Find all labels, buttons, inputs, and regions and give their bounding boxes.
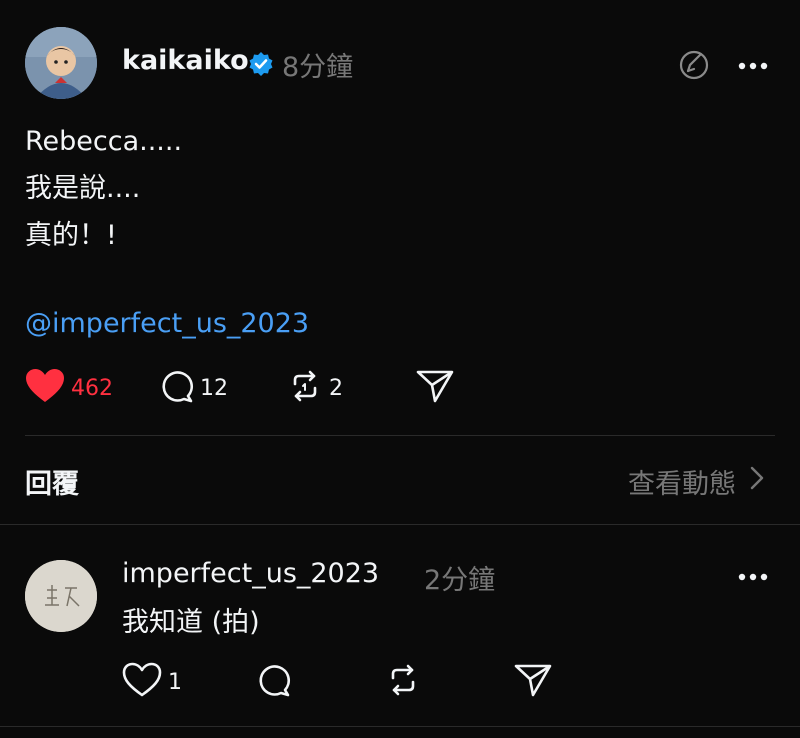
reply-like-button[interactable]: 1 <box>122 662 182 702</box>
edit-icon[interactable] <box>678 49 710 85</box>
heart-icon <box>122 662 162 702</box>
repost-button[interactable]: 2 <box>287 368 343 408</box>
divider <box>0 726 800 727</box>
reply-comment-icon[interactable] <box>255 662 291 702</box>
post-author-avatar[interactable] <box>25 27 97 99</box>
reply-repost-icon[interactable] <box>385 662 421 702</box>
verified-badge-icon <box>248 51 274 81</box>
share-icon[interactable] <box>415 368 455 408</box>
reply-more-icon[interactable] <box>737 568 769 587</box>
reply-author-username[interactable]: imperfect_us_2023 <box>122 558 379 589</box>
chevron-right-icon <box>750 466 764 497</box>
post-line-2: 我是說.... <box>25 173 141 204</box>
post-body: Rebecca..... 我是說.... 真的！! <box>25 118 182 259</box>
reply-like-count: 1 <box>168 669 182 695</box>
post-author-username[interactable]: kaikaiko <box>122 45 249 76</box>
reply-body: 我知道 (拍) <box>122 607 260 638</box>
post-line-3: 真的！! <box>25 220 117 251</box>
view-activity-link[interactable]: 查看動態 <box>628 462 764 501</box>
post-line-1: Rebecca..... <box>25 126 183 157</box>
repost-icon <box>287 368 323 408</box>
reply-time: 2分鐘 <box>424 565 496 596</box>
like-button[interactable]: 462 <box>25 368 113 408</box>
divider <box>25 435 775 436</box>
comment-button[interactable]: 12 <box>158 368 228 408</box>
post-time: 8分鐘 <box>282 52 354 83</box>
like-count: 462 <box>71 375 113 401</box>
post-mention-link[interactable]: @imperfect_us_2023 <box>25 308 309 339</box>
replies-label: 回覆 <box>25 469 79 500</box>
reply-share-icon[interactable] <box>513 662 553 702</box>
repost-count: 2 <box>329 375 343 401</box>
heart-icon <box>25 368 65 408</box>
reply-author-avatar[interactable] <box>25 560 97 632</box>
view-activity-label: 查看動態 <box>628 469 736 500</box>
comment-count: 12 <box>200 375 228 401</box>
comment-icon <box>158 368 194 408</box>
divider <box>0 524 800 525</box>
post-more-icon[interactable] <box>737 57 769 76</box>
